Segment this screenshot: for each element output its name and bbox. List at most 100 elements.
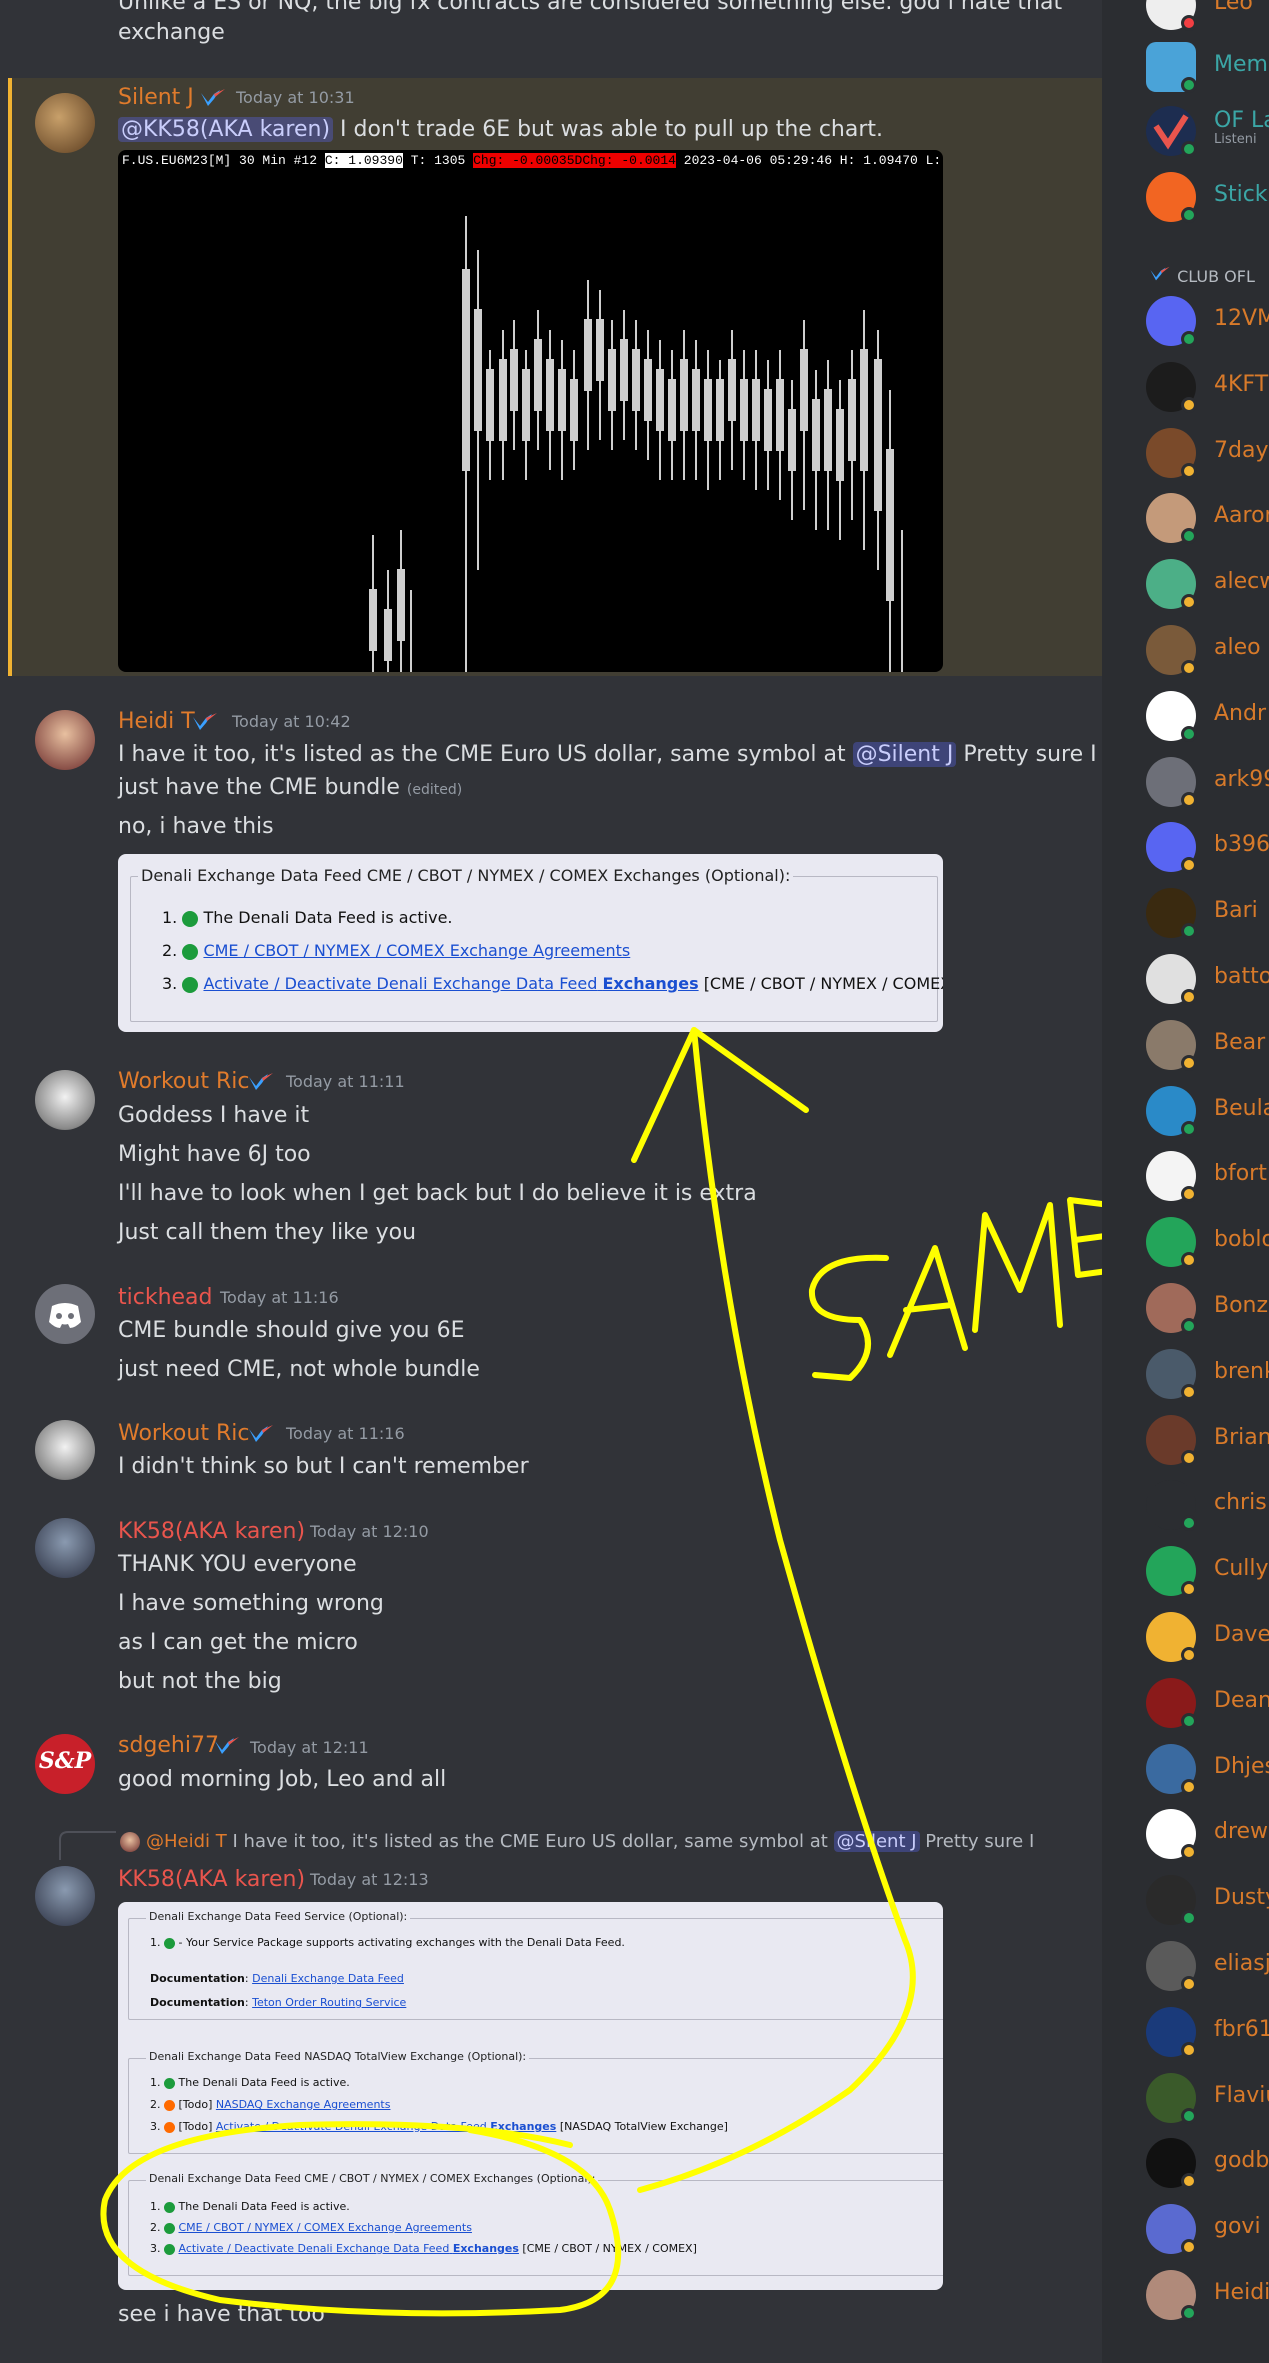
member-name: Dean	[1214, 1687, 1269, 1713]
status-online-icon	[1181, 331, 1197, 347]
member-name: 12VM	[1214, 306, 1269, 331]
member-name: drewr	[1214, 1819, 1269, 1845]
status-online-icon	[1181, 1318, 1197, 1334]
status-online-icon	[1181, 1910, 1197, 1927]
member-item[interactable]: Dhjes	[1146, 1743, 1269, 1795]
member-item[interactable]: b396	[1146, 822, 1269, 874]
status-idle-icon	[1181, 1054, 1197, 1071]
member-name: Dusty	[1214, 1885, 1269, 1911]
status-online-icon	[1181, 923, 1197, 940]
member-name: Bonzo	[1214, 1293, 1269, 1318]
member-item[interactable]: Brian	[1146, 1414, 1269, 1466]
status-online-icon	[1181, 1712, 1197, 1729]
member-item[interactable]: aleo	[1146, 625, 1269, 676]
member-item[interactable]: Mem	[1146, 42, 1269, 93]
member-item[interactable]: Cully	[1146, 1546, 1269, 1598]
member-item[interactable]: alecw	[1146, 559, 1269, 611]
member-item[interactable]: fbr61	[1146, 2006, 1269, 2058]
member-name: Aaron	[1214, 503, 1269, 529]
member-item[interactable]: Stick	[1146, 172, 1269, 223]
status-idle-icon	[1181, 2173, 1197, 2190]
member-item[interactable]: boblo	[1146, 1217, 1269, 1269]
member-name: fbr61	[1214, 2016, 1269, 2042]
status-online-icon	[1181, 725, 1197, 742]
status-online-icon	[1181, 77, 1197, 93]
member-name: b396	[1214, 832, 1269, 858]
hand-drawn-annotation	[100, 1027, 1118, 2317]
status-online-icon	[1181, 528, 1197, 545]
status-idle-icon	[1181, 2239, 1197, 2256]
status-idle-icon	[1181, 1383, 1197, 1400]
member-section-header: CLUB OFL	[1148, 266, 1255, 286]
member-item[interactable]: Heidi	[1146, 2270, 1269, 2321]
member-name: batto	[1214, 964, 1269, 989]
member-item[interactable]: 7daya	[1146, 427, 1269, 479]
member-name: Bear	[1214, 1029, 1266, 1055]
member-item[interactable]: 12VM	[1146, 296, 1269, 347]
member-name: Andr	[1214, 700, 1267, 726]
member-item[interactable]: Andr	[1146, 690, 1269, 742]
member-item[interactable]: OF LaListeni	[1146, 106, 1269, 157]
member-item[interactable]: Bonzo	[1146, 1283, 1269, 1334]
member-item[interactable]: chris	[1146, 1480, 1269, 1532]
member-name: Bari	[1214, 898, 1258, 924]
member-name: Heidi	[1214, 2280, 1269, 2305]
member-name: Brian	[1214, 1424, 1269, 1450]
member-name: eliasj	[1214, 1951, 1269, 1976]
status-idle-icon	[1181, 1844, 1197, 1861]
member-name: 4KFT	[1214, 371, 1269, 397]
member-item[interactable]: Dusty	[1146, 1875, 1269, 1927]
member-item[interactable]: Aaron	[1146, 493, 1269, 545]
member-item[interactable]: brenk	[1146, 1348, 1269, 1400]
status-idle-icon	[1181, 660, 1197, 676]
member-item[interactable]: Dave	[1146, 1612, 1269, 1663]
status-online-icon	[1181, 207, 1197, 223]
member-item[interactable]: bfort	[1146, 1151, 1269, 1203]
status-dnd-icon	[1181, 15, 1197, 31]
member-item[interactable]: govi	[1146, 2204, 1269, 2256]
status-idle-icon	[1181, 791, 1197, 808]
status-idle-icon	[1181, 396, 1197, 413]
member-name: Dhjes	[1214, 1753, 1269, 1779]
member-name: chris	[1214, 1490, 1267, 1516]
status-online-icon	[1181, 2305, 1197, 2321]
member-name: Beula	[1214, 1095, 1269, 1121]
member-item[interactable]: Bear	[1146, 1019, 1269, 1071]
member-name: bfort	[1214, 1161, 1267, 1187]
member-name: Dave	[1214, 1622, 1269, 1647]
member-name: boblo	[1214, 1227, 1269, 1253]
status-online-icon	[1181, 141, 1197, 157]
member-name: 7daya	[1214, 437, 1269, 463]
status-online-icon	[1181, 1120, 1197, 1137]
member-item[interactable]: ark99	[1146, 756, 1269, 808]
member-item[interactable]: Beula	[1146, 1085, 1269, 1137]
verified-badge-icon	[1150, 266, 1170, 281]
member-item[interactable]: godbl	[1146, 2138, 1269, 2190]
status-idle-icon	[1181, 1647, 1197, 1663]
status-idle-icon	[1181, 1581, 1197, 1598]
member-item[interactable]: batto	[1146, 954, 1269, 1005]
status-idle-icon	[1181, 1186, 1197, 1203]
member-name: Flaviu	[1214, 2082, 1269, 2108]
status-idle-icon	[1181, 989, 1197, 1005]
member-item[interactable]: Flaviu	[1146, 2072, 1269, 2124]
member-name: brenk	[1214, 1358, 1269, 1384]
member-item[interactable]: Bari	[1146, 888, 1269, 940]
member-item[interactable]: Leo	[1146, 0, 1269, 31]
status-online-icon	[1181, 1515, 1197, 1532]
member-item[interactable]: eliasj	[1146, 1941, 1269, 1992]
member-name: aleo	[1214, 635, 1261, 660]
member-name: godbl	[1214, 2148, 1269, 2174]
status-idle-icon	[1181, 2041, 1197, 2058]
status-idle-icon	[1181, 594, 1197, 611]
member-item[interactable]: 4KFT	[1146, 361, 1269, 413]
member-name: ark99	[1214, 766, 1269, 792]
status-idle-icon	[1181, 1449, 1197, 1466]
status-idle-icon	[1181, 857, 1197, 874]
status-online-icon	[1181, 2107, 1197, 2124]
member-name: alecw	[1214, 569, 1269, 595]
member-item[interactable]: drewr	[1146, 1809, 1269, 1861]
member-item[interactable]: Dean	[1146, 1677, 1269, 1729]
status-idle-icon	[1181, 1976, 1197, 1992]
status-idle-icon	[1181, 462, 1197, 479]
